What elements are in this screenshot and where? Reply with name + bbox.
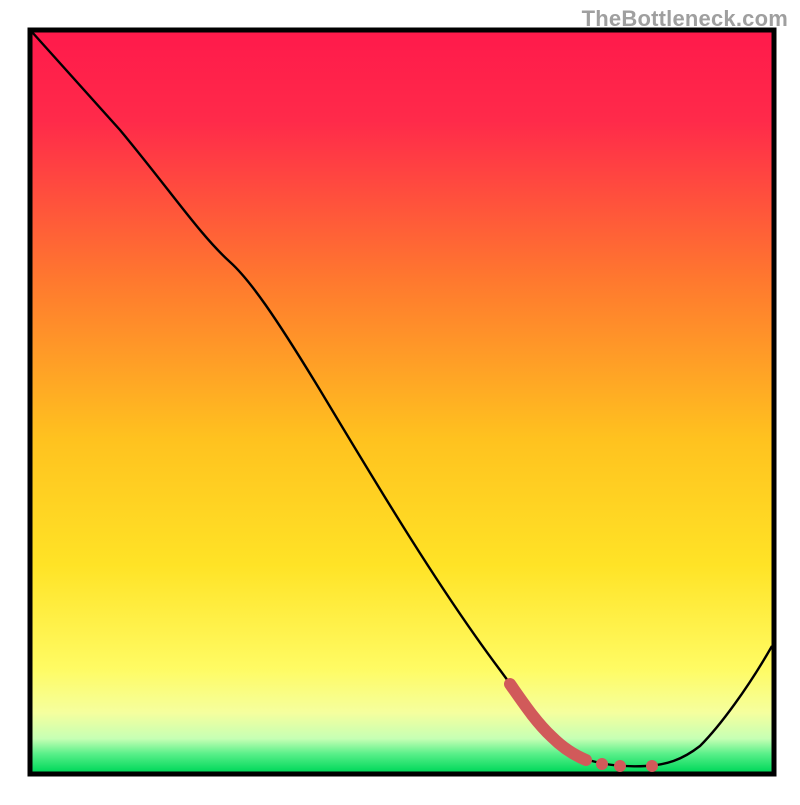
plot-gradient [32,32,772,772]
highlight-dot [614,760,626,772]
chart-svg [0,0,800,800]
chart-container: TheBottleneck.com [0,0,800,800]
highlight-dot [596,758,608,770]
highlight-dot [646,760,658,772]
watermark-text: TheBottleneck.com [582,6,788,32]
